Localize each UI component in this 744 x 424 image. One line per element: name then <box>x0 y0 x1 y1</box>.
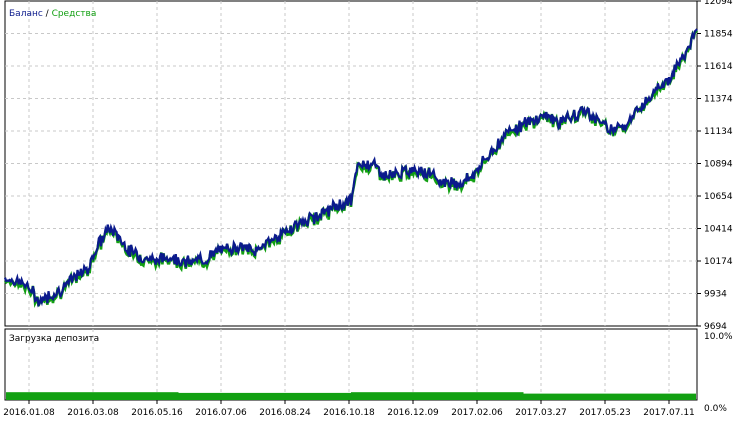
y-tick-label: 11134 <box>704 127 733 137</box>
y-tick-label: 11854 <box>704 30 733 40</box>
y-tick-label: 12094 <box>704 0 733 7</box>
load-bar <box>351 392 524 400</box>
load-panel-frame <box>4 328 698 401</box>
x-tick-label: 2017.05.23 <box>579 408 631 418</box>
legend-balance-label: Баланс <box>9 9 43 19</box>
x-tick-label: 2017.07.11 <box>643 408 695 418</box>
y-tick-label: 10894 <box>704 160 733 170</box>
x-tick-label: 2016.03.08 <box>67 408 119 418</box>
y-tick-label: 9694 <box>704 322 727 332</box>
x-tick-label: 2016.05.16 <box>131 408 183 418</box>
y-tick-label: 10414 <box>704 225 733 235</box>
x-tick-label: 2017.02.06 <box>451 408 503 418</box>
legend-separator: / <box>43 9 52 19</box>
load-max-label: 10.0% <box>704 332 733 342</box>
load-bar <box>178 392 351 400</box>
y-tick-label: 10174 <box>704 257 733 267</box>
x-axis: 2016.01.08 2016.03.08 2016.05.16 2016.07.06… <box>3 400 695 418</box>
x-tick-label: 2017.03.27 <box>515 408 567 418</box>
x-tick-label: 2016.01.08 <box>3 408 55 418</box>
load-panel: Загрузка депозита 10.0% 0.0% <box>4 328 733 414</box>
load-bar <box>6 392 179 400</box>
y-tick-label: 9934 <box>704 290 727 300</box>
x-tick-label: 2016.10.18 <box>323 408 375 418</box>
load-min-label: 0.0% <box>704 404 727 414</box>
main-panel: Баланс / Средства 12094 11854 11614 11374 11… <box>3 0 733 332</box>
tester-graph: Баланс / Средства 12094 11854 11614 11374 11… <box>3 0 733 418</box>
load-bar <box>523 393 696 400</box>
legend-equity-label: Средства <box>52 9 97 19</box>
legend: Баланс / Средства <box>9 9 96 19</box>
x-tick-label: 2016.12.09 <box>387 408 439 418</box>
x-tick-label: 2016.08.24 <box>259 408 311 418</box>
y-tick-label: 10654 <box>704 192 733 202</box>
y-tick-label: 11374 <box>704 95 733 105</box>
x-tick-label: 2016.07.06 <box>195 408 247 418</box>
y-axis: 12094 11854 11614 11374 11134 10894 10654 10414… <box>697 0 733 332</box>
load-panel-title: Загрузка депозита <box>9 334 99 344</box>
y-tick-label: 11614 <box>704 62 733 72</box>
